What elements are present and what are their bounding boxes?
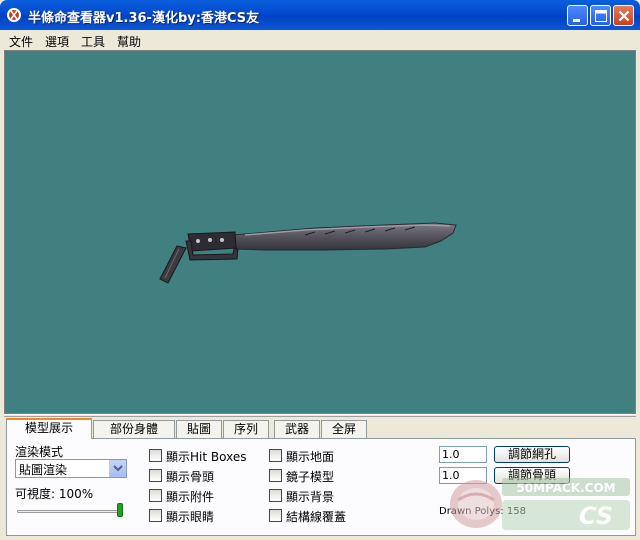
checkbox-wireframe-overlay[interactable] bbox=[269, 509, 282, 522]
chevron-down-icon bbox=[113, 465, 123, 472]
dropdown-button[interactable] bbox=[109, 460, 126, 477]
adjust-grid-button[interactable]: 調節網孔 bbox=[494, 446, 570, 463]
checkbox-label-attachments: 顯示附件 bbox=[166, 490, 215, 504]
title-bar[interactable]: 半條命查看器v1.36-漢化by:香港CS友 bbox=[0, 0, 640, 30]
minimize-icon bbox=[573, 19, 580, 22]
checkbox-label-bones: 顯示骨頭 bbox=[166, 470, 215, 484]
tab-weapons[interactable]: 武器 bbox=[274, 420, 320, 438]
tab-model-display[interactable]: 模型展示 bbox=[6, 418, 92, 439]
checkbox-label-hitboxes: 顯示Hit Boxes bbox=[166, 450, 247, 464]
close-icon bbox=[618, 10, 630, 22]
checkbox-label-background: 顯示背景 bbox=[286, 490, 335, 504]
render-mode-value: 貼圖渲染 bbox=[19, 463, 68, 477]
checkbox-label-ground: 顯示地面 bbox=[286, 450, 335, 464]
tab-fullscreen[interactable]: 全屏 bbox=[321, 420, 367, 438]
app-icon bbox=[7, 8, 21, 22]
checkbox-show-ground[interactable] bbox=[269, 449, 282, 462]
grid-value-input[interactable]: 1.0 bbox=[439, 446, 487, 463]
checkbox-label-eyes: 顯示眼睛 bbox=[166, 510, 215, 524]
model-viewport[interactable] bbox=[4, 50, 636, 414]
menu-tools[interactable]: 工具 bbox=[81, 33, 105, 50]
watermark-site-text: 50MPACK.COM bbox=[516, 481, 615, 495]
minimize-button[interactable] bbox=[567, 5, 588, 26]
checkbox-show-attachments[interactable] bbox=[149, 489, 162, 502]
machete-model bbox=[159, 222, 457, 284]
tab-body-parts[interactable]: 部份身體 bbox=[93, 420, 175, 438]
render-mode-select[interactable]: 貼圖渲染 bbox=[15, 459, 127, 478]
checkbox-label-wireframe: 結構線覆蓋 bbox=[286, 510, 347, 524]
checkbox-show-bones[interactable] bbox=[149, 469, 162, 482]
tab-sequences[interactable]: 序列 bbox=[223, 420, 269, 438]
visibility-slider-track[interactable] bbox=[17, 510, 123, 513]
menu-bar: 文件 選項 工具 幫助 bbox=[0, 30, 640, 50]
maximize-icon bbox=[595, 10, 607, 22]
menu-file[interactable]: 文件 bbox=[9, 33, 33, 50]
maximize-button[interactable] bbox=[590, 5, 611, 26]
close-button[interactable] bbox=[613, 5, 634, 26]
checkbox-mirror-model[interactable] bbox=[269, 469, 282, 482]
watermark-logo: 50MPACK.COM CS bbox=[450, 478, 630, 530]
visibility-label: 可視度: 100% bbox=[15, 487, 94, 501]
menu-help[interactable]: 幫助 bbox=[117, 33, 141, 50]
checkbox-show-hitboxes[interactable] bbox=[149, 449, 162, 462]
visibility-slider-thumb[interactable] bbox=[117, 503, 123, 517]
panel-separator bbox=[4, 414, 636, 417]
window-title: 半條命查看器v1.36-漢化by:香港CS友 bbox=[28, 11, 260, 26]
checkbox-label-mirror: 鏡子模型 bbox=[286, 470, 335, 484]
render-mode-label: 渲染模式 bbox=[15, 445, 64, 459]
menu-options[interactable]: 選項 bbox=[45, 33, 69, 50]
checkbox-show-eyes[interactable] bbox=[149, 509, 162, 522]
tab-textures[interactable]: 貼圖 bbox=[176, 420, 222, 438]
checkbox-show-background[interactable] bbox=[269, 489, 282, 502]
watermark-brand-text: CS bbox=[579, 502, 613, 530]
